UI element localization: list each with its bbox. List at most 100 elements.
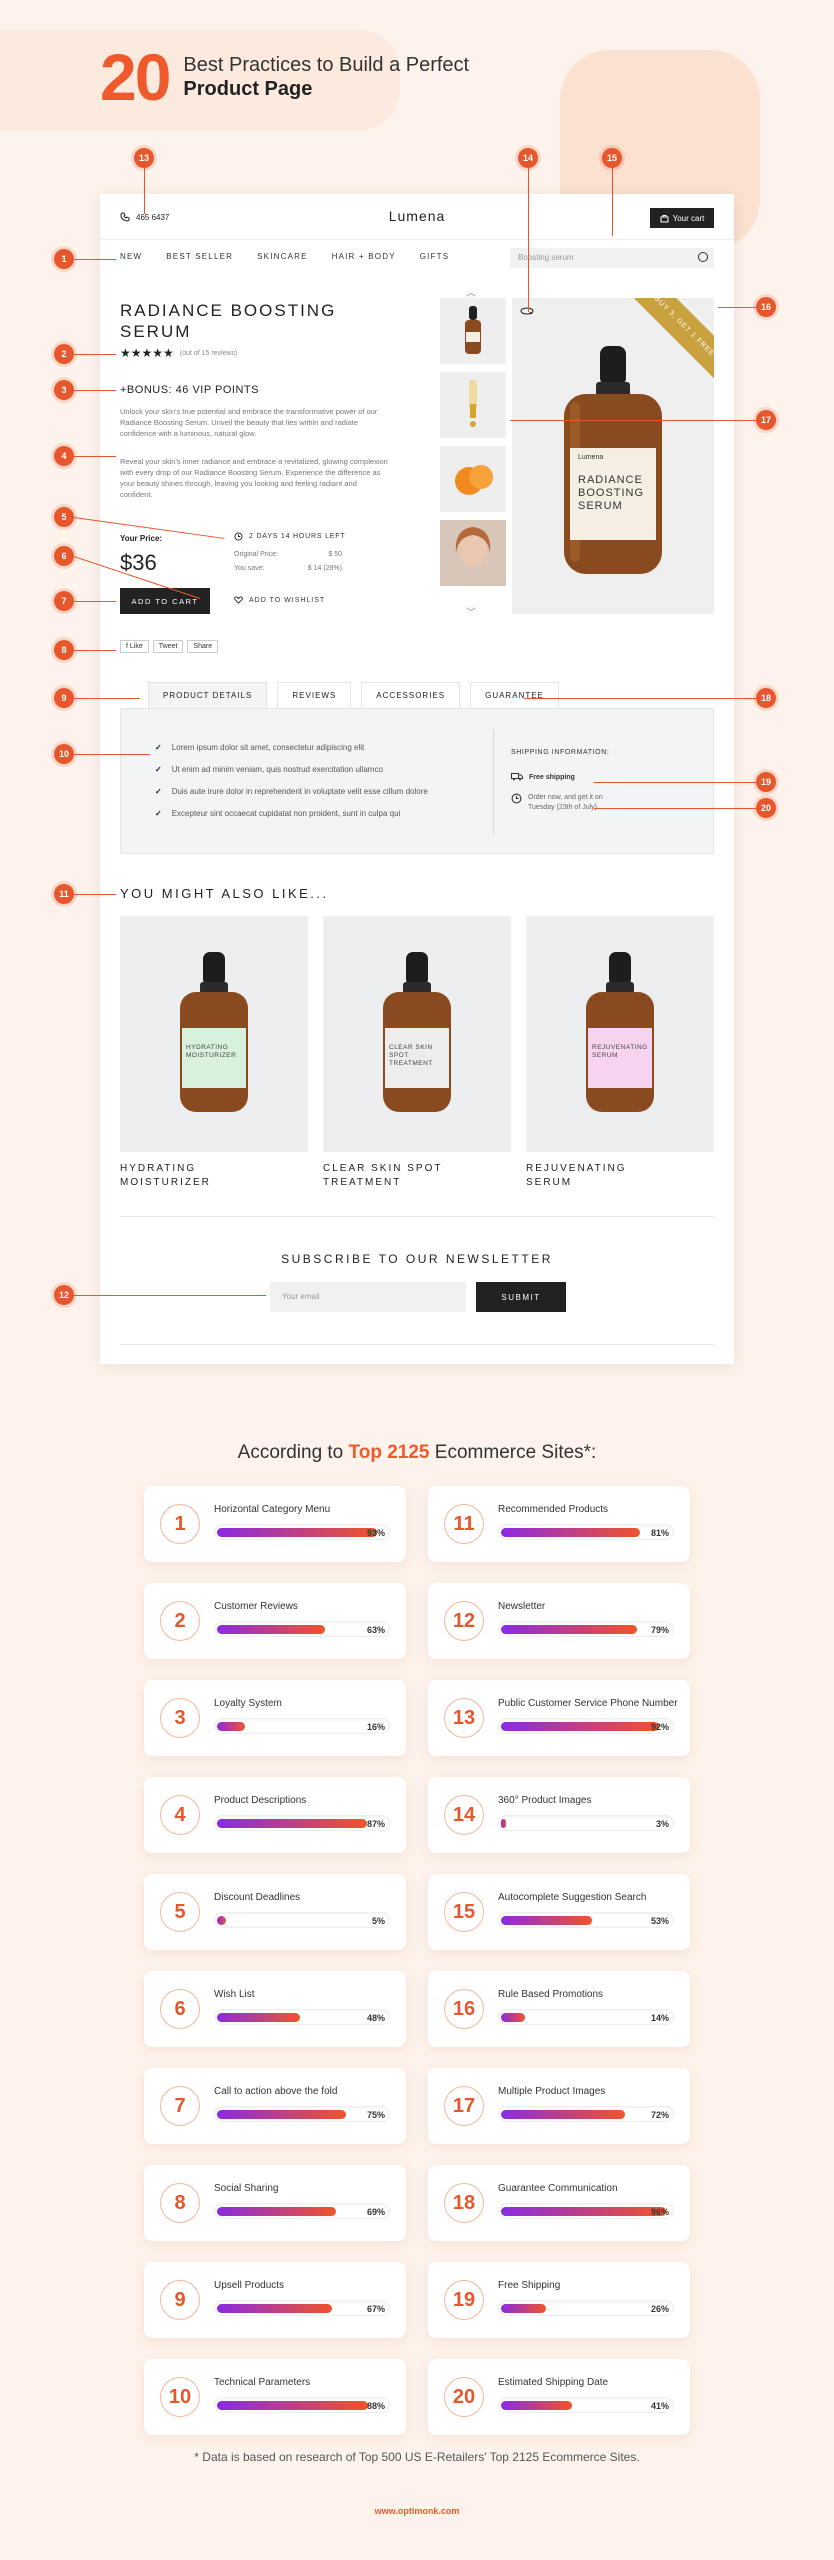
stat-card: 3 Loyalty System 16% — [144, 1680, 406, 1756]
like-button[interactable]: f Like — [120, 640, 149, 653]
wishlist-button[interactable]: ADD TO WISHLIST — [234, 596, 325, 604]
heart-icon — [234, 596, 243, 604]
stat-card: 17 Multiple Product Images 72% — [428, 2068, 690, 2144]
tab-accessories[interactable]: ACCESSORIES — [361, 682, 461, 708]
stats-title-post: Ecommerce Sites*: — [429, 1442, 597, 1463]
chevron-up-icon[interactable]: ︿ — [466, 284, 476, 299]
progress-track: 75% — [214, 2106, 390, 2122]
product-card[interactable]: REJUVENATING SERUM — [526, 916, 714, 1152]
progress-fill — [501, 2207, 667, 2216]
stat-label: Loyalty System — [214, 1698, 282, 1709]
progress-track: 92% — [498, 1718, 674, 1734]
thumbnail-model[interactable] — [440, 520, 506, 586]
save-label: You save: — [234, 565, 265, 572]
thumbnail-orange[interactable] — [440, 446, 506, 512]
stat-percent: 69% — [366, 2207, 385, 2217]
submit-button[interactable]: SUBMIT — [476, 1282, 566, 1312]
store-logo[interactable]: Lumena — [100, 208, 734, 224]
progress-fill — [501, 1722, 660, 1731]
stat-number: 8 — [160, 2183, 200, 2223]
progress-track: 72% — [498, 2106, 674, 2122]
product-name[interactable]: HYDRATING MOISTURIZER — [120, 1162, 270, 1190]
stats-title: According to Top 2125 Ecommerce Sites*: — [0, 1442, 834, 1464]
nav-item[interactable]: SKINCARE — [257, 252, 308, 261]
progress-fill — [501, 1528, 641, 1537]
nav-item[interactable]: NEW — [120, 252, 142, 261]
thumbnail-dropper[interactable] — [440, 372, 506, 438]
stat-label: Recommended Products — [498, 1504, 609, 1515]
stat-number: 13 — [444, 1698, 484, 1738]
callout-line — [527, 158, 529, 312]
header-line1: Best Practices to Build a Perfect — [183, 54, 470, 76]
search-input[interactable]: Boosting serum — [510, 248, 714, 268]
stat-label: Rule Based Promotions — [498, 1989, 604, 2000]
bottle-brand: Lumena — [578, 454, 604, 461]
stat-percent: 72% — [650, 2110, 669, 2120]
stat-percent: 67% — [366, 2304, 385, 2314]
callout-marker: 8 — [54, 640, 74, 660]
callout-line — [718, 307, 756, 308]
stats-title-pre: According to — [237, 1442, 349, 1463]
nav-item[interactable]: GIFTS — [420, 252, 450, 261]
stat-card: 19 Free Shipping 26% — [428, 2262, 690, 2338]
original-price-label: Original Price: — [234, 551, 278, 558]
dropper-icon — [469, 380, 477, 427]
progress-track: 41% — [498, 2397, 674, 2413]
bottle-label: CLEAR SKIN SPOT TREATMENT — [389, 1044, 433, 1067]
product-bottle-icon — [586, 952, 654, 1112]
nav-item[interactable]: BEST SELLER — [166, 252, 233, 261]
callout-marker: 16 — [756, 297, 776, 317]
progress-track: 48% — [214, 2009, 390, 2025]
callout-line — [74, 390, 116, 391]
stat-card: 2 Customer Reviews 63% — [144, 1583, 406, 1659]
tab-product-details[interactable]: PRODUCT DETAILS — [148, 682, 268, 708]
wishlist-label: ADD TO WISHLIST — [249, 596, 326, 604]
stat-card: 20 Estimated Shipping Date 41% — [428, 2359, 690, 2435]
callout-line — [524, 698, 756, 699]
product-bottle-icon — [180, 952, 248, 1112]
stat-card: 6 Wish List 48% — [144, 1971, 406, 2047]
share-button[interactable]: Share — [187, 640, 219, 653]
callout-line — [74, 698, 140, 699]
model-face-icon — [455, 527, 491, 567]
thumbnail-bottle[interactable] — [440, 298, 506, 364]
progress-fill — [217, 2401, 369, 2410]
search-icon[interactable] — [698, 252, 708, 262]
orange-icon — [455, 465, 493, 495]
stat-label: Upsell Products — [214, 2280, 285, 2291]
stat-percent: 75% — [366, 2110, 385, 2120]
rating[interactable]: ★★★★★ (out of 15 reviews) — [120, 346, 237, 360]
main-product-image[interactable]: BUY 3, GET 1 FREE Lumena RADIANCE BOOSTI… — [512, 298, 714, 614]
site-link[interactable]: www.optimonk.com — [0, 2506, 834, 2516]
progress-fill — [217, 2013, 300, 2022]
callout-marker: 7 — [54, 591, 74, 611]
product-title: RADIANCE BOOSTING SERUM — [120, 301, 337, 341]
tab-reviews[interactable]: REVIEWS — [277, 682, 352, 708]
chevron-down-icon[interactable]: ﹀ — [466, 604, 476, 619]
callout-marker: 18 — [756, 688, 776, 708]
progress-track: 79% — [498, 1621, 674, 1637]
tweet-button[interactable]: Tweet — [152, 640, 184, 653]
stat-number: 16 — [444, 1989, 484, 2029]
price: $36 — [120, 550, 157, 575]
nav-item[interactable]: HAIR + BODY — [332, 252, 396, 261]
product-name[interactable]: CLEAR SKIN SPOT TREATMENT — [323, 1162, 473, 1190]
tab-guarantee[interactable]: GUARANTEE — [470, 682, 559, 708]
stat-label: Horizontal Category Menu — [214, 1504, 331, 1515]
stat-number: 15 — [444, 1892, 484, 1932]
callout-marker: 12 — [54, 1285, 74, 1305]
progress-fill — [217, 2207, 336, 2216]
progress-track: 87% — [214, 1815, 390, 1831]
stat-card: 5 Discount Deadlines 5% — [144, 1874, 406, 1950]
progress-fill — [501, 1625, 637, 1634]
social-sharing: f Like Tweet Share — [120, 640, 219, 653]
product-card[interactable]: CLEAR SKIN SPOT TREATMENT — [323, 916, 511, 1152]
cart-button[interactable]: Your cart — [650, 208, 714, 228]
product-card[interactable]: HYDRATING MOISTURIZER — [120, 916, 308, 1152]
add-to-cart-button[interactable]: ADD TO CART — [120, 588, 210, 614]
product-name[interactable]: REJUVENATING SERUM — [526, 1162, 676, 1190]
newsletter-title: SUBSCRIBE TO OUR NEWSLETTER — [281, 1252, 553, 1266]
stat-number: 6 — [160, 1989, 200, 2029]
email-field[interactable]: Your email — [270, 1282, 466, 1312]
stat-percent: 53% — [650, 1916, 669, 1926]
